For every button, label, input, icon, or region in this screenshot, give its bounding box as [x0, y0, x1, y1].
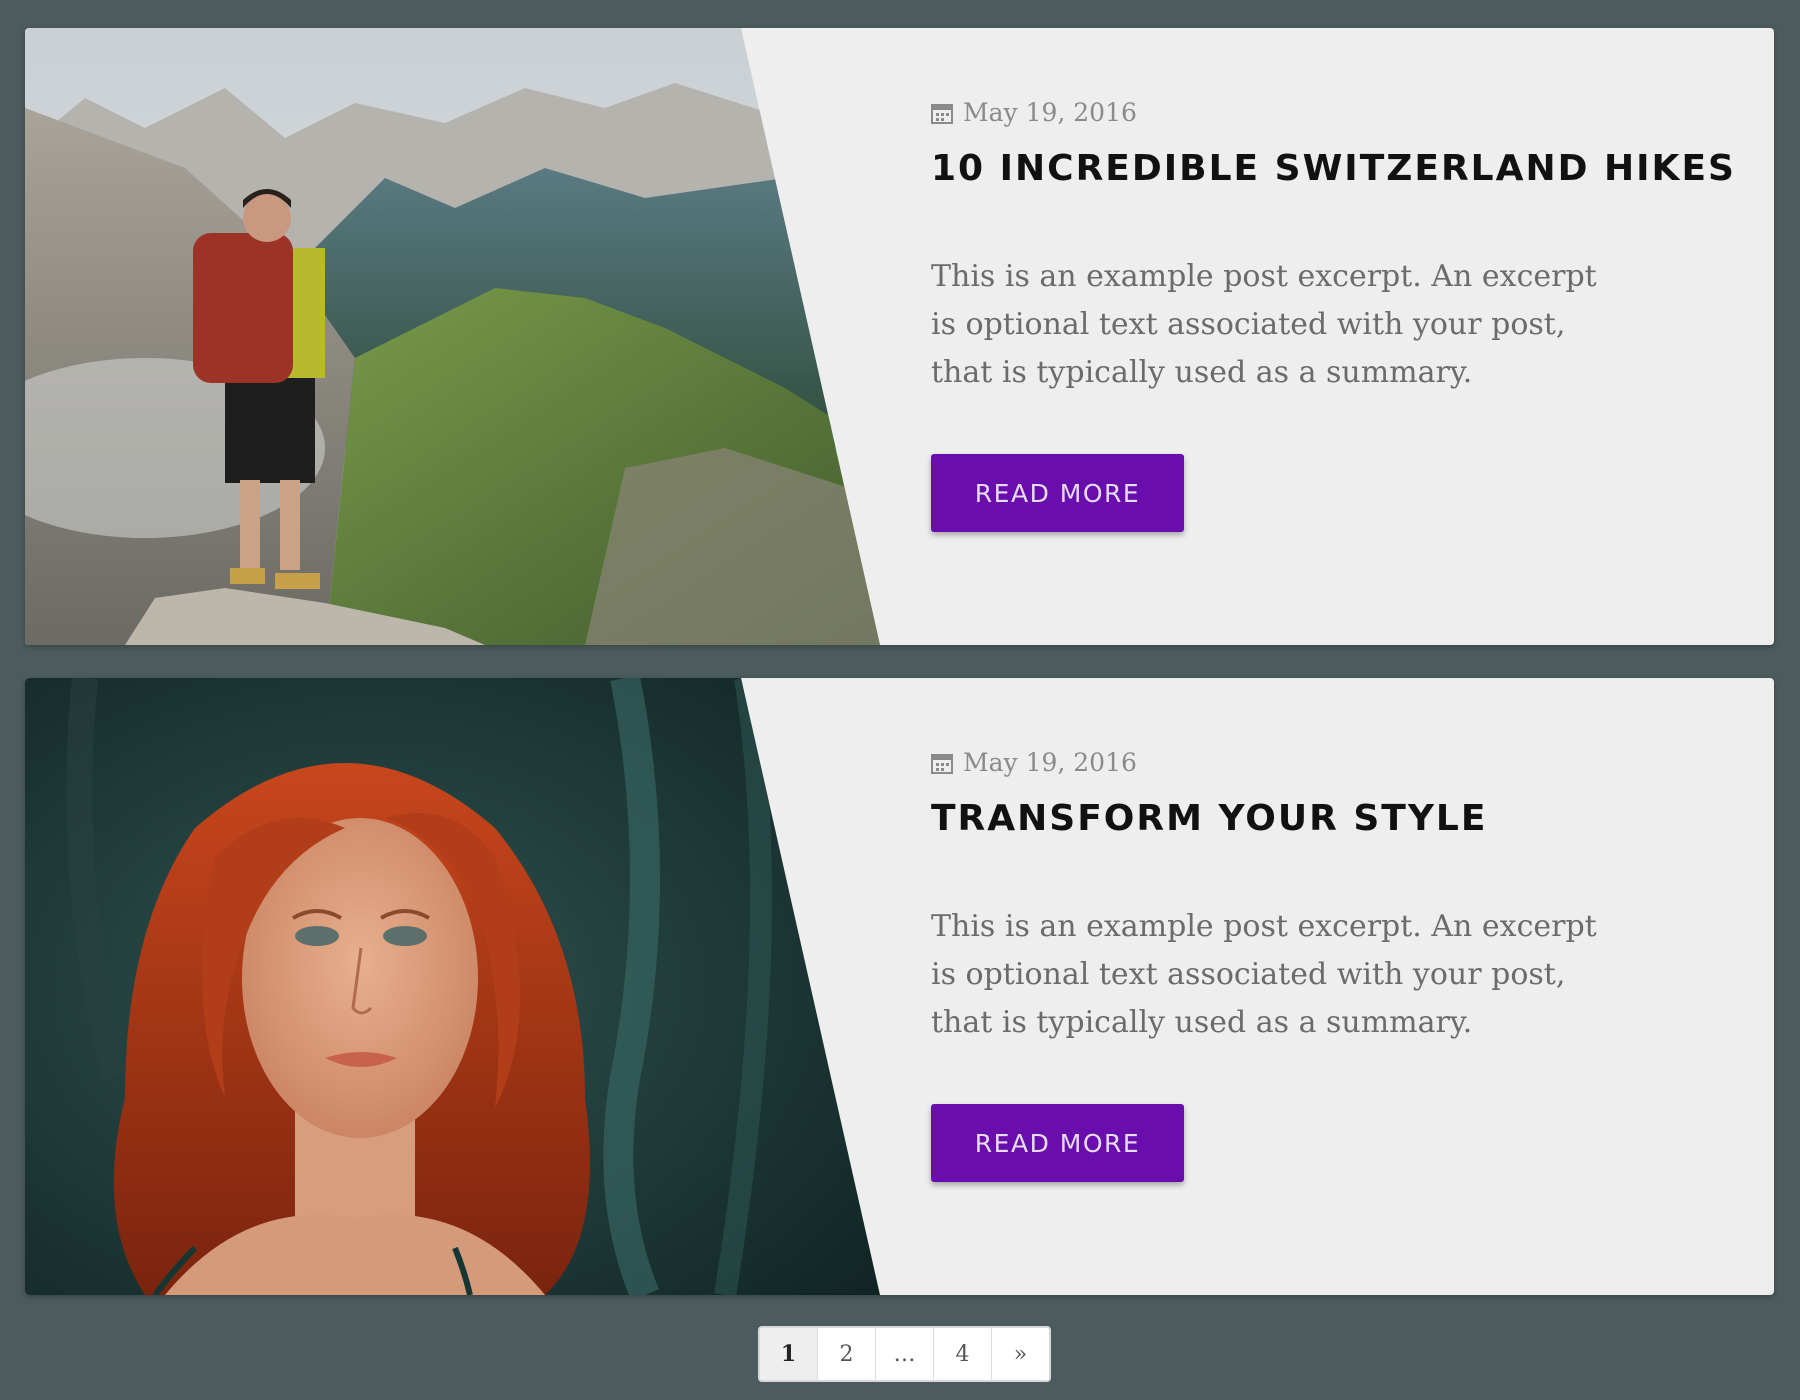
page-4-button[interactable]: 4	[934, 1328, 992, 1380]
woman-portrait-photo	[25, 678, 880, 1295]
page-ellipsis: …	[876, 1328, 934, 1380]
post-excerpt: This is an example post excerpt. An exce…	[931, 259, 1597, 390]
post-card: May 19, 2016 TRANSFORM YOUR STYLE This i…	[25, 678, 1774, 1295]
mountain-hiker-photo	[25, 28, 880, 645]
post-date-text: May 19, 2016	[963, 748, 1137, 777]
post-card: May 19, 2016 10 INCREDIBLE SWITZERLAND H…	[25, 28, 1774, 645]
page-1-button[interactable]: 1	[760, 1328, 818, 1380]
read-more-button[interactable]: READ MORE	[931, 454, 1184, 532]
calendar-icon	[931, 753, 953, 774]
post-image-portrait[interactable]	[25, 678, 880, 1295]
post-title[interactable]: TRANSFORM YOUR STYLE	[931, 798, 1487, 839]
post-date: May 19, 2016	[931, 748, 1137, 777]
post-content: May 19, 2016 TRANSFORM YOUR STYLE This i…	[931, 678, 1731, 1295]
post-excerpt: This is an example post excerpt. An exce…	[931, 909, 1597, 1040]
next-page-button[interactable]: »	[992, 1328, 1049, 1380]
post-image-hiker[interactable]	[25, 28, 880, 645]
post-content: May 19, 2016 10 INCREDIBLE SWITZERLAND H…	[931, 28, 1734, 645]
post-date-text: May 19, 2016	[963, 98, 1137, 127]
read-more-button[interactable]: READ MORE	[931, 1104, 1184, 1182]
pagination: 1 2 … 4 »	[758, 1326, 1051, 1382]
calendar-icon	[931, 103, 953, 124]
post-title[interactable]: 10 INCREDIBLE SWITZERLAND HIKES	[931, 148, 1736, 189]
page-2-button[interactable]: 2	[818, 1328, 876, 1380]
post-date: May 19, 2016	[931, 98, 1137, 127]
